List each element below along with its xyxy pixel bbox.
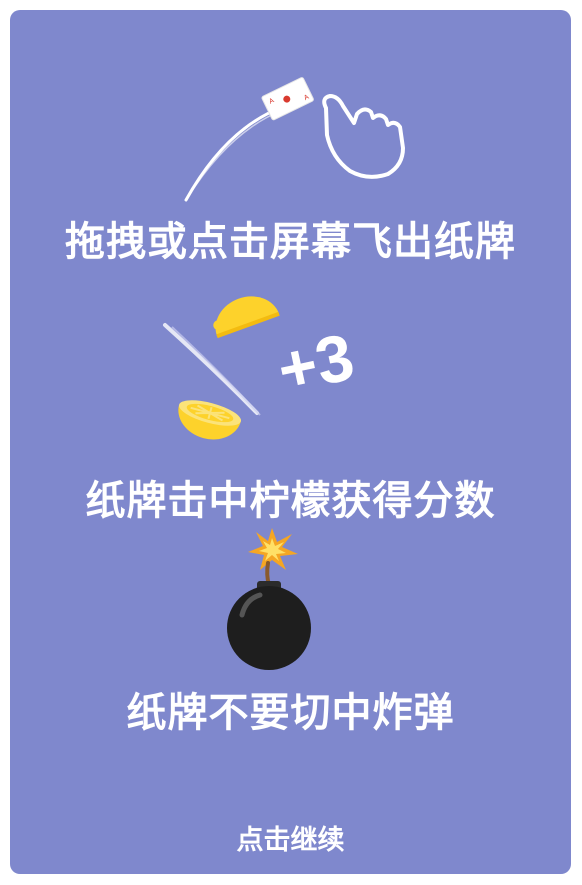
hand-swipe-card-icon: A A <box>184 77 405 202</box>
bomb-icon <box>227 528 311 670</box>
step3-instruction: 纸牌不要切中炸弹 <box>126 690 455 736</box>
continue-button[interactable]: 点击继续 <box>10 827 571 854</box>
step2-instruction: 纸牌击中柠檬获得分数 <box>85 478 496 524</box>
tutorial-panel[interactable]: A A 拖拽或点击屏幕飞出纸牌 +3 纸牌击中柠檬获得分数 纸牌不要切中炸弹 点… <box>10 10 571 874</box>
score-bonus: +3 <box>271 318 361 408</box>
step1-instruction: 拖拽或点击屏幕飞出纸牌 <box>65 219 516 265</box>
